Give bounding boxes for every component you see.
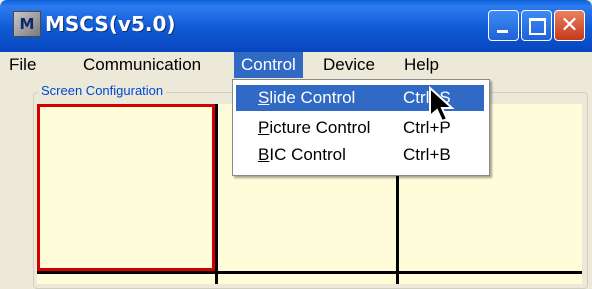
menu-item-bic-control[interactable]: BIC Control Ctrl+B (236, 142, 484, 168)
close-button[interactable]: ✕ (554, 10, 585, 41)
window-title: MSCS(v5.0) (45, 12, 176, 36)
menu-item-label: Slide Control (258, 88, 356, 107)
screen-cell-1[interactable] (37, 104, 215, 271)
menu-item-shortcut: Ctrl+B (403, 145, 451, 164)
menu-help[interactable]: Help (397, 52, 446, 78)
maximize-button[interactable] (521, 10, 552, 41)
mouse-cursor-icon (429, 86, 455, 123)
menu-communication[interactable]: Communication (76, 52, 208, 78)
menu-control[interactable]: Control (234, 52, 303, 78)
screen-cell-5[interactable] (218, 274, 396, 284)
screen-cell-4[interactable] (37, 274, 215, 284)
app-logo-icon[interactable]: M (13, 11, 41, 37)
menu-item-label: Picture Control (258, 118, 371, 137)
minimize-button[interactable] (488, 10, 519, 41)
menu-file[interactable]: File (2, 52, 43, 78)
screen-cell-6[interactable] (399, 274, 582, 284)
menu-item-label: BIC Control (258, 145, 346, 164)
menu-device[interactable]: Device (316, 52, 382, 78)
title-bar[interactable]: M MSCS(v5.0) ✕ (0, 0, 592, 52)
menu-bar: File Communication Control Device Help (0, 52, 592, 78)
close-icon: ✕ (560, 13, 579, 38)
group-label: Screen Configuration (38, 83, 167, 98)
